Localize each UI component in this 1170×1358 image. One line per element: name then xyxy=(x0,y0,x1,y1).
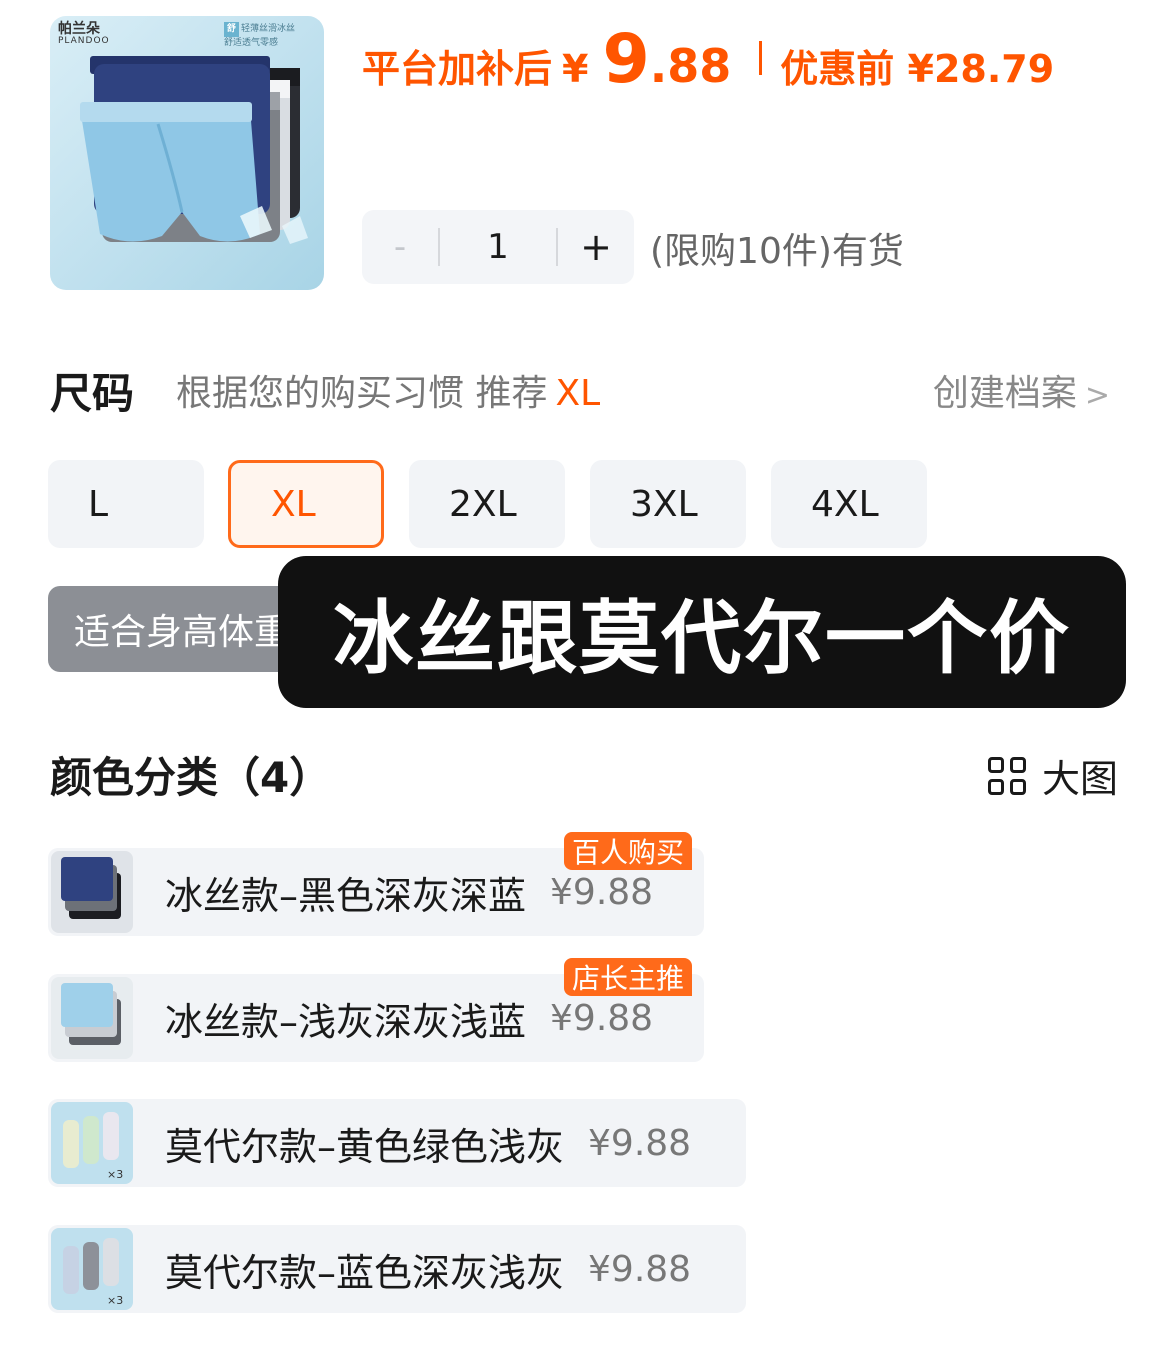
color-section-title: 颜色分类（4） xyxy=(50,753,332,802)
price-integer: 9 xyxy=(602,20,650,99)
price-decimal: .88 xyxy=(649,39,732,93)
svg-text:×3: ×3 xyxy=(107,1168,123,1181)
price-line: 平台加补后 ¥ 9 .88 优惠前 ¥28.79 xyxy=(362,20,1055,99)
size-recommendation-text: 根据您的购买习惯 推荐 xyxy=(176,373,548,414)
color-option-4[interactable]: ×3 莫代尔款–蓝色深灰浅灰 ¥9.88 xyxy=(48,1225,746,1313)
chevron-right-icon: > xyxy=(1084,378,1110,413)
size-option-xl[interactable]: XL xyxy=(228,460,384,548)
color-option-name: 冰丝款–黑色深灰深蓝 xyxy=(165,873,527,918)
size-option-4xl[interactable]: 4XL xyxy=(771,460,927,548)
create-profile-link[interactable]: 创建档案 > xyxy=(933,364,1110,416)
product-image[interactable]: 帕兰朵 PLANDOO 舒轻薄丝滑冰丝 舒适透气零感 xyxy=(50,16,324,290)
original-price: 优惠前 ¥28.79 xyxy=(780,47,1055,91)
badge-recommended: 店长主推 xyxy=(564,958,693,996)
color-option-price: ¥9.88 xyxy=(588,1248,692,1290)
underwear-illustration xyxy=(80,56,308,244)
svg-text:×3: ×3 xyxy=(107,1294,123,1307)
create-profile-label: 创建档案 xyxy=(932,373,1077,414)
big-view-label: 大图 xyxy=(1041,757,1118,801)
size-option-label: 4XL xyxy=(811,483,879,525)
size-option-label: L xyxy=(88,483,109,525)
color-option-name: 莫代尔款–蓝色深灰浅灰 xyxy=(165,1250,565,1295)
color-option-thumbnail: ×3 xyxy=(51,1102,133,1184)
color-option-thumbnail: ×3 xyxy=(51,1228,133,1310)
price-divider xyxy=(759,41,763,75)
grid-view-icon xyxy=(987,756,1026,795)
video-caption-text: 冰丝跟莫代尔一个价 xyxy=(333,592,1071,685)
color-option-name: 莫代尔款–黄色绿色浅灰 xyxy=(165,1124,565,1169)
color-option-thumbnail xyxy=(51,977,133,1059)
size-option-label: XL xyxy=(271,483,316,525)
size-recommendation: 根据您的购买习惯 推荐 XL xyxy=(176,364,600,416)
video-caption-overlay: 冰丝跟莫代尔一个价 xyxy=(278,556,1126,708)
price-label: 平台加补后 xyxy=(362,47,553,91)
big-view-toggle[interactable]: 大图 xyxy=(987,748,1118,803)
size-option-3xl[interactable]: 3XL xyxy=(590,460,746,548)
color-option-price: ¥9.88 xyxy=(550,997,654,1039)
color-option-name: 冰丝款–浅灰深灰浅蓝 xyxy=(165,999,527,1044)
quantity-stepper: - 1 + xyxy=(362,210,634,284)
recommended-size: XL xyxy=(555,373,601,414)
stock-status: (限购10件)有货 xyxy=(650,231,904,272)
price-currency: ¥ xyxy=(562,47,589,91)
decrease-button[interactable]: - xyxy=(362,227,438,267)
badge-popular: 百人购买 xyxy=(564,832,693,870)
size-option-2xl[interactable]: 2XL xyxy=(409,460,565,548)
size-title: 尺码 xyxy=(50,369,135,418)
color-option-thumbnail xyxy=(51,851,133,933)
quantity-input[interactable]: 1 xyxy=(440,227,556,267)
color-option-price: ¥9.88 xyxy=(550,871,654,913)
size-option-l[interactable]: L xyxy=(48,460,204,548)
color-option-3[interactable]: ×3 莫代尔款–黄色绿色浅灰 ¥9.88 xyxy=(48,1099,746,1187)
color-option-price: ¥9.88 xyxy=(588,1122,692,1164)
size-option-label: 2XL xyxy=(449,483,517,525)
size-option-label: 3XL xyxy=(630,483,698,525)
increase-button[interactable]: + xyxy=(558,225,634,269)
